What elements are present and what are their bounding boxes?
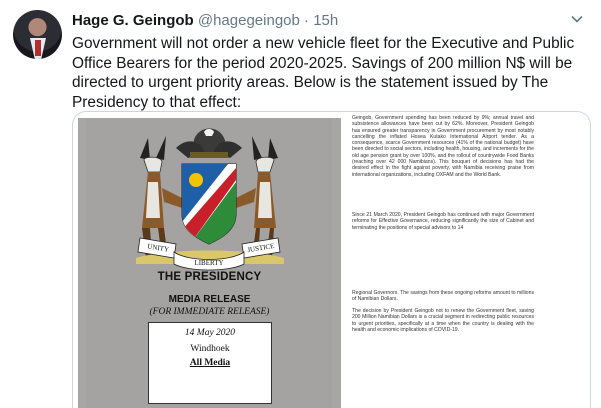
chevron-down-icon[interactable] — [570, 12, 584, 26]
release-date: 14 May 2020 — [184, 328, 236, 338]
tweet-header: Hage G. Geingob @hagegeingob · 15h — [72, 12, 338, 29]
tweet-timestamp[interactable]: 15h — [313, 12, 338, 29]
release-paragraph: Regional Governors. The savings from the… — [352, 290, 534, 303]
release-paragraph: The decision by President Geingob not to… — [352, 308, 534, 333]
tweet-media-image[interactable]: UNITY LIBERTY JUSTICE THE PRESIDENCY MED… — [72, 111, 591, 408]
release-audience: All Media — [189, 358, 231, 368]
banner-liberty: LIBERTY — [194, 259, 223, 267]
tweet-text: Government will not order a new vehicle … — [72, 35, 575, 111]
avatar-tie — [35, 40, 41, 56]
release-place: Windhoek — [190, 344, 230, 354]
tweet[interactable]: Hage G. Geingob @hagegeingob · 15h Gover… — [0, 0, 601, 408]
separator-dot: · — [304, 12, 310, 29]
release-cover-page: UNITY LIBERTY JUSTICE THE PRESIDENCY MED… — [78, 118, 341, 408]
release-paragraph: Geingob, Government spending has been re… — [352, 115, 534, 178]
presidency-title: THE PRESIDENCY — [157, 271, 262, 283]
release-date-box: 14 May 2020 Windhoek All Media — [148, 322, 272, 404]
author-name[interactable]: Hage G. Geingob — [72, 12, 194, 29]
media-release-heading: MEDIA RELEASE — [168, 294, 251, 305]
release-text-page: Geingob, Government spending has been re… — [350, 112, 588, 408]
immediate-release-label: (FOR IMMEDIATE RELEASE) — [149, 307, 270, 317]
release-paragraph: Since 21 March 2020, President Geingob h… — [352, 212, 534, 231]
author-avatar[interactable] — [13, 10, 62, 59]
author-handle[interactable]: @hagegeingob — [198, 12, 300, 29]
coat-of-arms-emblem: UNITY LIBERTY JUSTICE — [136, 128, 284, 271]
